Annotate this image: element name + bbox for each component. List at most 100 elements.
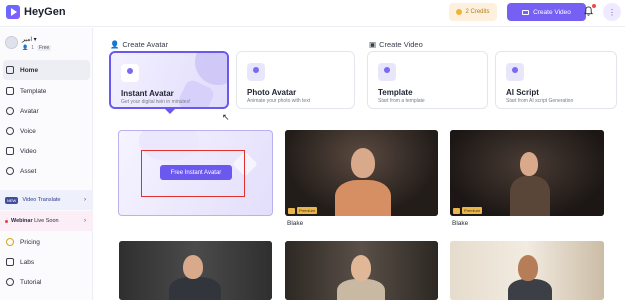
avatar-figure xyxy=(510,176,550,216)
sidebar-item-avatar[interactable]: Avatar xyxy=(0,101,93,121)
card-title: AI Script xyxy=(506,88,539,97)
avatar xyxy=(5,36,18,49)
credits-button[interactable]: 2 Credits xyxy=(449,3,497,21)
create-video-label: Create Video xyxy=(533,8,571,16)
sidebar-item-labs[interactable]: Labs xyxy=(0,252,93,272)
webinar-label: Webinar xyxy=(11,218,33,224)
avatar-face xyxy=(351,255,371,281)
avatar-name: Blake xyxy=(452,220,469,227)
premium-badge: Premium xyxy=(453,207,483,214)
avatar-figure xyxy=(169,277,221,300)
credits-label: 2 Credits xyxy=(465,9,490,15)
card-subtitle: Start from AI script Generation xyxy=(506,98,574,104)
voice-icon xyxy=(6,127,14,135)
sidebar-item-label: Asset xyxy=(20,167,37,175)
plan-badge: Free xyxy=(37,45,52,51)
add-user-icon: 👤 xyxy=(110,40,120,49)
instant-avatar-icon xyxy=(121,64,139,82)
user-meta: 👤 1 Free xyxy=(22,45,52,51)
new-badge: NEW xyxy=(5,196,19,204)
video-translate-link[interactable]: NEW Video Translate › xyxy=(0,190,93,210)
create-video-heading: ▣ Create Video xyxy=(369,40,423,49)
ai-script-card[interactable]: AI Script Start from AI script Generatio… xyxy=(495,51,617,109)
avatar-thumbnail-blake-2[interactable]: Premium xyxy=(450,130,604,216)
avatar-figure xyxy=(337,279,385,300)
card-subtitle: Get your digital twin in minutes! xyxy=(121,99,191,105)
sidebar-item-tutorial[interactable]: Tutorial xyxy=(0,272,93,292)
avatar-figure xyxy=(508,279,552,300)
premium-label: Premium xyxy=(297,207,318,214)
notification-bell-icon[interactable] xyxy=(584,6,593,16)
sidebar-item-label: Voice xyxy=(20,127,36,135)
sidebar-nav: Home Template Avatar Voice Video Asset xyxy=(0,60,93,181)
sidebar-item-template[interactable]: Template xyxy=(0,81,93,101)
video-icon: ▣ xyxy=(369,40,377,49)
sidebar-item-pricing[interactable]: Pricing xyxy=(0,232,93,252)
avatar-face xyxy=(351,148,375,178)
brand-logo[interactable]: HeyGen xyxy=(6,5,66,19)
camera-icon xyxy=(288,207,295,214)
card-subtitle: Animate your photo with text xyxy=(247,98,311,104)
avatar-face xyxy=(520,152,538,176)
photo-avatar-icon xyxy=(247,63,265,81)
top-bar: HeyGen 2 Credits Create Video ⋮ xyxy=(0,0,625,27)
section-title: Create Video xyxy=(379,40,423,49)
heygen-logo-icon xyxy=(6,5,20,19)
live-dot-icon xyxy=(5,219,8,223)
labs-icon xyxy=(6,258,14,266)
notification-dot xyxy=(592,4,596,8)
premium-badge: Premium xyxy=(288,207,318,214)
sidebar-item-asset[interactable]: Asset xyxy=(0,161,93,181)
brand-name: HeyGen xyxy=(24,6,66,18)
video-translate-label: Video Translate xyxy=(22,197,61,203)
card-title: Photo Avatar xyxy=(247,88,297,97)
webinar-link[interactable]: Webinar Live Soon › xyxy=(0,211,93,231)
pricing-icon xyxy=(6,238,14,246)
card-title: Template xyxy=(378,88,413,97)
avatar-face xyxy=(183,255,203,279)
sidebar-item-label: Home xyxy=(20,66,39,74)
sidebar-item-label: Labs xyxy=(20,258,35,266)
template-card[interactable]: Template Start from a template xyxy=(367,51,488,109)
card-title: Instant Avatar xyxy=(121,89,174,98)
more-menu-button[interactable]: ⋮ xyxy=(603,3,621,21)
chevron-right-icon: › xyxy=(84,197,86,203)
user-profile[interactable]: امیر ▾ 👤 1 Free xyxy=(5,36,52,51)
sidebar-item-label: Pricing xyxy=(20,238,40,246)
sidebar-bottom-nav: Pricing Labs Tutorial xyxy=(0,232,93,292)
sidebar-item-label: Tutorial xyxy=(20,278,42,286)
template-icon xyxy=(378,63,396,81)
create-avatar-heading: 👤 Create Avatar xyxy=(110,40,168,49)
avatar-thumbnail-blake-1[interactable]: Premium xyxy=(285,130,438,216)
avatar-name: Blake xyxy=(287,220,304,227)
coin-icon xyxy=(456,9,463,15)
avatar-icon xyxy=(6,107,14,115)
member-count: 1 xyxy=(31,45,35,51)
member-icon: 👤 xyxy=(22,45,29,51)
highlight-annotation xyxy=(141,150,245,197)
sidebar-item-label: Avatar xyxy=(20,107,39,115)
user-name: امیر ▾ xyxy=(22,37,37,43)
card-subtitle: Start from a template xyxy=(378,98,425,104)
create-video-button[interactable]: Create Video xyxy=(507,3,586,21)
avatar-thumbnail[interactable] xyxy=(450,241,604,300)
mouse-cursor-icon: ↖ xyxy=(222,112,230,122)
avatar-face xyxy=(518,255,538,281)
sidebar-item-voice[interactable]: Voice xyxy=(0,121,93,141)
instant-avatar-card[interactable]: Instant Avatar Get your digital twin in … xyxy=(109,51,229,109)
avatar-figure xyxy=(335,180,391,216)
asset-icon xyxy=(6,167,14,175)
sidebar: امیر ▾ 👤 1 Free Home Template Avatar Voi… xyxy=(0,28,93,300)
avatar-thumbnail[interactable] xyxy=(119,241,272,300)
avatar-thumbnail[interactable] xyxy=(285,241,438,300)
chevron-right-icon: › xyxy=(84,218,86,224)
sidebar-item-home[interactable]: Home xyxy=(3,60,90,80)
home-icon xyxy=(6,66,14,74)
section-title: Create Avatar xyxy=(122,40,169,49)
sidebar-item-label: Video xyxy=(20,147,37,155)
photo-avatar-card[interactable]: Photo Avatar Animate your photo with tex… xyxy=(236,51,355,109)
tutorial-icon xyxy=(6,278,14,286)
sidebar-item-video[interactable]: Video xyxy=(0,141,93,161)
video-icon xyxy=(6,147,14,155)
sidebar-item-label: Template xyxy=(20,87,47,95)
